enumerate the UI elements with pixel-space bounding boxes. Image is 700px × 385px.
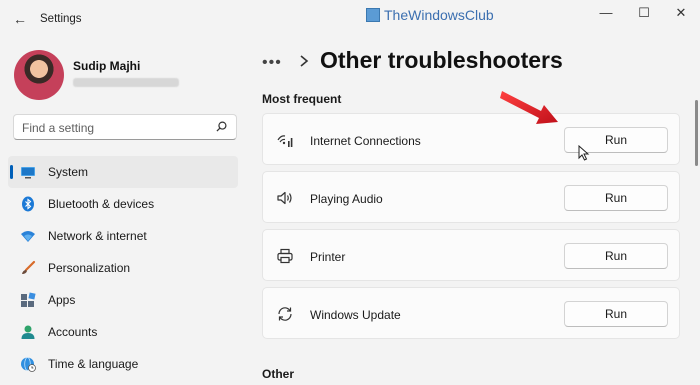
profile-email-redacted	[73, 78, 179, 87]
run-button-audio[interactable]: Run	[564, 185, 668, 211]
page-title: Other troubleshooters	[320, 47, 563, 73]
system-icon	[21, 167, 35, 179]
troubleshooter-card-audio: Playing Audio Run	[262, 171, 680, 223]
network-signal-icon	[277, 135, 293, 147]
run-button-printer[interactable]: Run	[564, 243, 668, 269]
mouse-cursor-icon	[578, 145, 590, 161]
sidebar-item-label: Accounts	[48, 325, 98, 339]
troubleshooter-card-printer: Printer Run	[262, 229, 680, 281]
bluetooth-icon	[22, 196, 34, 212]
troubleshooter-card-internet: Internet Connections Run	[262, 113, 680, 165]
back-arrow-icon[interactable]: ←	[10, 9, 30, 29]
sidebar-item-label: Network & internet	[48, 229, 147, 243]
troubleshooter-label: Printer	[310, 250, 346, 264]
troubleshooter-label: Playing Audio	[310, 192, 383, 206]
sidebar-item-label: Time & language	[48, 357, 139, 371]
close-button[interactable]: ✕	[668, 6, 694, 20]
minimize-button[interactable]: —	[593, 6, 619, 20]
section-title-other: Other	[262, 367, 295, 381]
sidebar-item-apps[interactable]: Apps	[8, 284, 238, 316]
sidebar-item-label: System	[48, 165, 89, 179]
breadcrumb-more-button[interactable]: •••	[262, 54, 282, 72]
troubleshooter-card-windows-update: Windows Update Run	[262, 287, 680, 339]
sync-icon	[278, 307, 292, 321]
sidebar-item-time-language[interactable]: Time & language	[8, 348, 238, 380]
search-input[interactable]	[22, 119, 212, 136]
brush-icon	[22, 260, 36, 274]
sidebar-item-network[interactable]: Network & internet	[8, 220, 238, 252]
sidebar-item-personalization[interactable]: Personalization	[8, 252, 238, 284]
speaker-icon	[277, 191, 292, 205]
sidebar-item-label: Personalization	[48, 261, 131, 275]
profile-name: Sudip Majhi	[73, 59, 141, 73]
sidebar-item-accounts[interactable]: Accounts	[8, 316, 238, 348]
wifi-icon	[21, 231, 35, 242]
section-title-most-frequent: Most frequent	[262, 92, 342, 106]
sidebar-item-label: Bluetooth & devices	[48, 197, 155, 211]
annotation-arrow-icon	[500, 91, 558, 124]
accounts-icon	[21, 325, 35, 339]
maximize-button[interactable]: ☐	[631, 6, 657, 20]
app-title: Settings	[40, 13, 82, 25]
troubleshooter-label: Internet Connections	[310, 134, 421, 148]
search-box[interactable]	[13, 114, 237, 140]
scrollbar-thumb[interactable]	[695, 100, 698, 166]
sidebar-item-label: Apps	[48, 293, 76, 307]
watermark-text: TheWindowsClub	[384, 7, 494, 23]
troubleshooter-label: Windows Update	[310, 308, 401, 322]
search-icon[interactable]	[216, 121, 227, 132]
watermark-logo-icon	[366, 8, 380, 22]
watermark: TheWindowsClub	[366, 7, 494, 23]
printer-icon	[277, 248, 293, 264]
globe-clock-icon	[21, 357, 36, 372]
run-button-windows-update[interactable]: Run	[564, 301, 668, 327]
title-bar: ← Settings TheWindowsClub — ☐ ✕	[0, 0, 700, 38]
avatar[interactable]	[14, 50, 64, 100]
apps-icon	[21, 292, 36, 307]
sidebar-nav: System Bluetooth & devices Network & int…	[8, 156, 238, 380]
chevron-right-icon	[300, 55, 309, 67]
sidebar-item-bluetooth[interactable]: Bluetooth & devices	[8, 188, 238, 220]
sidebar-item-system[interactable]: System	[8, 156, 238, 188]
